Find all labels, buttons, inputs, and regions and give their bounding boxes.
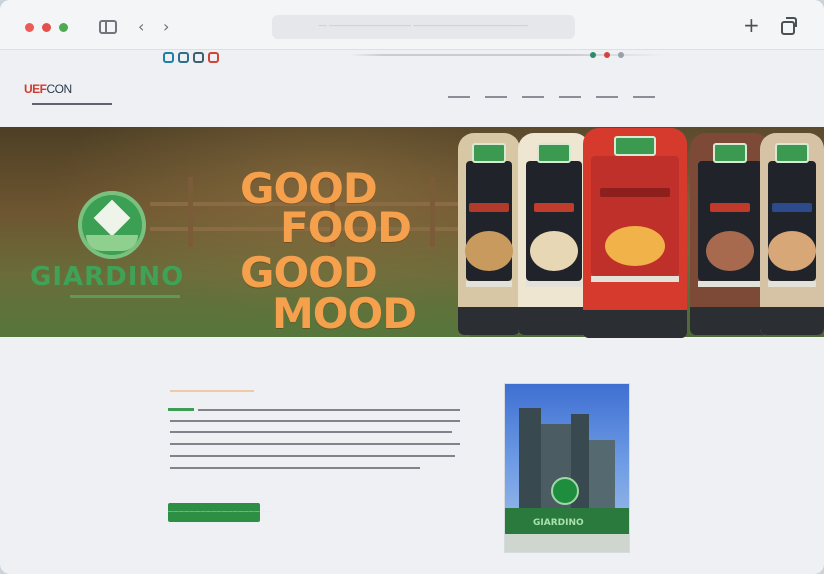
paragraph-line xyxy=(170,420,460,422)
sidebar-icon[interactable] xyxy=(99,20,117,34)
nav-item[interactable] xyxy=(448,96,470,98)
logo-underline xyxy=(32,103,112,105)
building-logo-icon xyxy=(551,477,579,505)
sauce-bottle xyxy=(760,133,824,335)
favorite-icon[interactable] xyxy=(208,52,219,63)
sauce-bottle xyxy=(583,128,687,338)
bookmark-dot[interactable] xyxy=(618,52,624,58)
slogan-line: FOOD xyxy=(280,203,412,252)
zoom-window-button[interactable] xyxy=(59,23,68,32)
favorite-icon[interactable] xyxy=(178,52,189,63)
paragraph-line xyxy=(170,431,452,433)
fence-post xyxy=(430,177,435,247)
close-window-button[interactable] xyxy=(25,23,34,32)
building-sign: GIARDINO xyxy=(533,518,584,528)
slogan-line: GOOD xyxy=(240,248,378,297)
tabs-overview-icon[interactable] xyxy=(781,17,797,35)
nav-item[interactable] xyxy=(522,96,544,98)
favorites-bar xyxy=(163,50,223,63)
product-label-icon xyxy=(775,143,809,163)
section-accent-line xyxy=(170,390,254,392)
product-label-icon xyxy=(537,143,571,163)
building-photo: GIARDINO xyxy=(504,383,630,553)
paragraph-line xyxy=(170,443,460,445)
browser-toolbar: ‹ › — —————————— —————————————— + xyxy=(0,0,824,50)
nav-item[interactable] xyxy=(596,96,618,98)
address-bar[interactable]: — —————————— —————————————— xyxy=(272,15,575,39)
favorite-icon[interactable] xyxy=(193,52,204,63)
paragraph-line xyxy=(170,467,420,469)
product-label-icon xyxy=(472,143,506,163)
sauce-bottle xyxy=(458,133,520,335)
favorite-icon[interactable] xyxy=(163,52,174,63)
site-logo[interactable]: UEFCON xyxy=(24,82,72,96)
nav-item[interactable] xyxy=(633,96,655,98)
address-text: — —————————— —————————————— xyxy=(318,21,529,30)
slogan-line: MOOD xyxy=(272,289,417,338)
banner-brand: GIARDINO xyxy=(30,262,185,292)
product-label-icon xyxy=(614,136,656,156)
brand-badge-icon xyxy=(78,191,146,259)
logo-dark-text: CON xyxy=(46,82,73,96)
nav-item[interactable] xyxy=(559,96,581,98)
back-icon[interactable]: ‹ xyxy=(138,17,144,37)
brand-tagline-line xyxy=(70,295,180,298)
minimize-window-button[interactable] xyxy=(42,23,51,32)
product-label-icon xyxy=(713,143,747,163)
bookmark-dot[interactable] xyxy=(590,52,596,58)
paragraph-line xyxy=(198,409,460,411)
new-tab-icon[interactable]: + xyxy=(743,15,760,35)
bookmark-dot[interactable] xyxy=(604,52,610,58)
cta-button[interactable]: ——————————————————— xyxy=(168,503,270,522)
browser-window: ‹ › — —————————— —————————————— + UEFCON xyxy=(0,0,824,574)
section-heading xyxy=(168,408,194,411)
fence-post xyxy=(188,177,193,247)
logo-red-text: UEF xyxy=(24,82,47,96)
site-nav xyxy=(448,96,655,98)
sauce-bottle xyxy=(690,133,770,335)
forward-icon[interactable]: › xyxy=(163,17,169,37)
sauce-bottle xyxy=(518,133,590,335)
nav-item[interactable] xyxy=(485,96,507,98)
paragraph-line xyxy=(170,455,455,457)
